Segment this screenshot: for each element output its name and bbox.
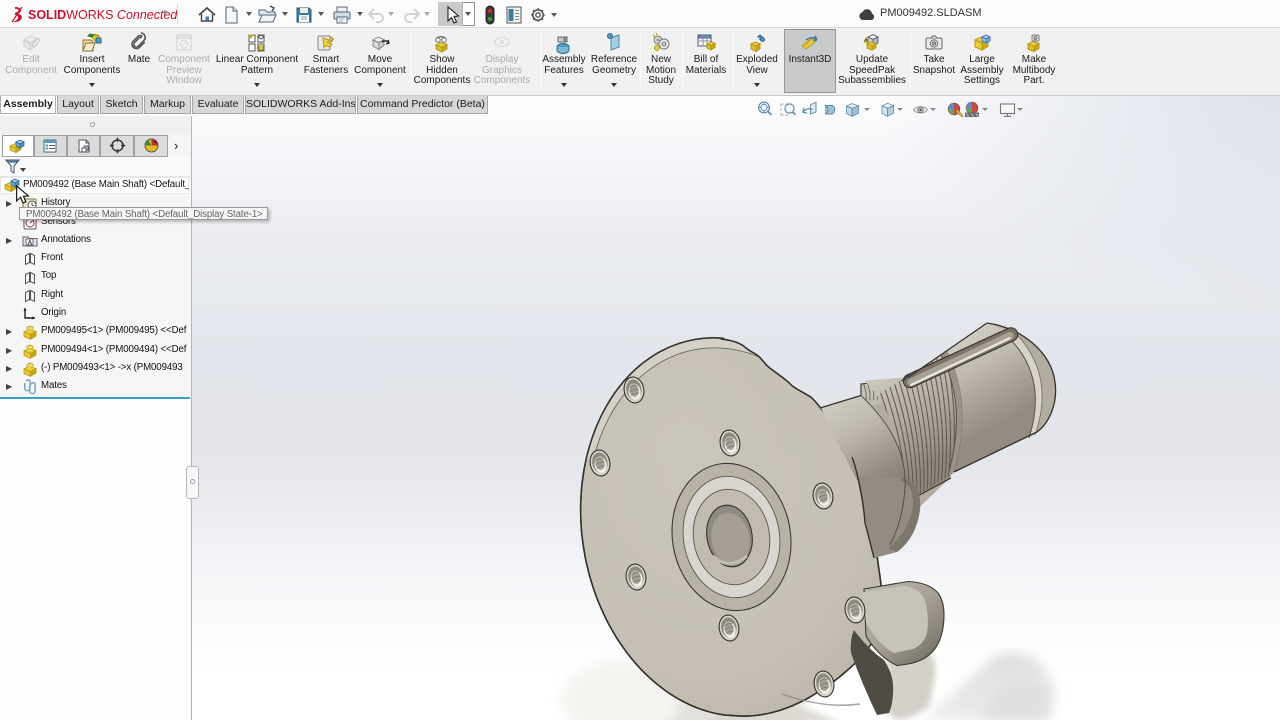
svg-text:A: A (28, 240, 33, 247)
svg-text:SOLIDWORKS Connected: SOLIDWORKS Connected (28, 8, 178, 22)
